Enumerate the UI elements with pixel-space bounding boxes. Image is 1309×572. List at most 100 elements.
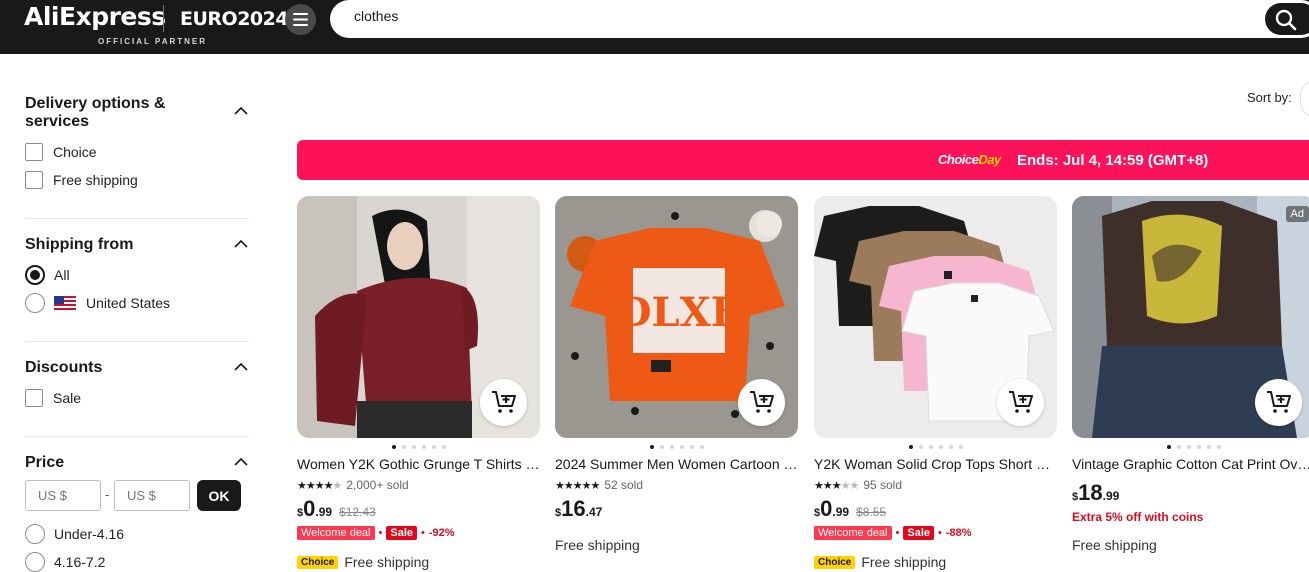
price-ok-button[interactable]: OK: [197, 480, 241, 511]
ship-from-all-label: All: [54, 267, 70, 283]
product-price: $18.99: [1072, 480, 1120, 505]
chevron-up-icon[interactable]: [234, 363, 248, 371]
price-range-label: Under-4.16: [54, 526, 125, 542]
product-image[interactable]: [297, 196, 540, 438]
aliexpress-logo[interactable]: AliExpress: [24, 2, 166, 31]
product-price: $0.99 $8.55: [814, 496, 887, 521]
chevron-up-icon[interactable]: [234, 107, 248, 115]
sold-count: 2,000+ sold: [346, 478, 409, 492]
hamburger-icon: [293, 13, 308, 26]
choice-badge: Choice: [297, 555, 339, 569]
deal-tags: Welcome deal • Sale • -88%: [814, 526, 972, 540]
deal-tags: Welcome deal • Sale • -92%: [297, 526, 455, 540]
search-icon: [1275, 9, 1297, 31]
divider: [25, 218, 249, 219]
add-to-cart-button[interactable]: [1255, 379, 1302, 426]
product-image[interactable]: DLXE: [555, 196, 798, 438]
price-range-label: 4.16-7.2: [54, 554, 106, 570]
product-card[interactable]: Women Y2K Gothic Grunge T Shirts Off Sho…: [297, 196, 540, 570]
radio[interactable]: [25, 293, 45, 313]
checkbox[interactable]: [25, 389, 43, 407]
product-rating: ★★★★★ 2,000+ sold: [297, 478, 409, 492]
choice-day-logo: ChoiceDay: [938, 152, 1001, 167]
product-title[interactable]: Vintage Graphic Cotton Cat Print Oversiz…: [1072, 456, 1309, 472]
menu-button[interactable]: [285, 4, 316, 35]
sold-count: 95 sold: [863, 478, 903, 492]
image-carousel-dots[interactable]: [1072, 443, 1309, 449]
svg-text:DLXE: DLXE: [617, 289, 741, 336]
radio-selected[interactable]: [25, 265, 45, 285]
image-carousel-dots[interactable]: [297, 443, 540, 449]
product-rating: ★★★★★ 52 sold: [555, 478, 643, 492]
price-title: Price: [25, 454, 65, 471]
price-range-under[interactable]: Under-4.16: [25, 524, 124, 544]
shipping-info: Choice Free shipping: [297, 554, 429, 570]
sale-badge: Sale: [903, 526, 934, 540]
divider: [25, 341, 249, 342]
sort-dropdown[interactable]: [1300, 80, 1309, 118]
product-title[interactable]: 2024 Summer Men Women Cartoon Print T-Sh…: [555, 456, 798, 472]
choice-badge: Choice: [814, 555, 856, 569]
discount-percent: -92%: [428, 527, 455, 539]
banner-countdown: Ends: Jul 4, 14:59 (GMT+8): [1017, 152, 1209, 169]
price-range-mid[interactable]: 4.16-7.2: [25, 552, 105, 572]
discount-percent: -88%: [945, 527, 972, 539]
product-card[interactable]: Y2K Woman Solid Crop Tops Short Sleeve S…: [814, 196, 1057, 570]
shipping-from-title: Shipping from: [25, 236, 134, 253]
product-card[interactable]: DLXE 2024 Summer Men Women Cartoon Print…: [555, 196, 798, 553]
welcome-deal-badge: Welcome deal: [297, 526, 375, 540]
star-rating-icon: ★★★★★: [297, 479, 342, 492]
product-price: $16.47: [555, 496, 603, 521]
delivery-options-title: Delivery options & services: [25, 95, 166, 130]
filter-sale[interactable]: Sale: [25, 389, 81, 407]
us-flag-icon: [54, 296, 76, 310]
price-min-input[interactable]: [25, 480, 101, 511]
official-partner-text: OFFICIAL PARTNER: [98, 37, 208, 46]
price-separator: -: [105, 487, 110, 502]
shipping-info: Choice Free shipping: [814, 554, 946, 570]
coins-discount: Extra 5% off with coins: [1072, 510, 1204, 524]
add-to-cart-button[interactable]: [738, 379, 785, 426]
radio[interactable]: [25, 524, 45, 544]
cart-plus-icon: [1267, 391, 1291, 413]
product-image[interactable]: Ad: [1072, 196, 1309, 438]
radio[interactable]: [25, 552, 45, 572]
choice-day-banner[interactable]: ChoiceDay Ends: Jul 4, 14:59 (GMT+8): [297, 140, 1309, 180]
product-title[interactable]: Women Y2K Gothic Grunge T Shirts Off Sho…: [297, 456, 540, 472]
add-to-cart-button[interactable]: [997, 379, 1044, 426]
search-button[interactable]: [1265, 3, 1309, 35]
shipping-info: Free shipping: [555, 537, 640, 553]
sale-badge: Sale: [386, 526, 417, 540]
filter-free-shipping[interactable]: Free shipping: [25, 171, 138, 189]
product-card[interactable]: Ad Vintage Graphic Cotton Cat Print Over…: [1072, 196, 1309, 553]
product-rating: ★★★★★ 95 sold: [814, 478, 902, 492]
filter-choice[interactable]: Choice: [25, 143, 97, 161]
search-bar: [330, 0, 1309, 38]
star-rating-icon: ★★★★★: [814, 479, 859, 492]
cart-plus-icon: [492, 391, 516, 413]
image-carousel-dots[interactable]: [555, 443, 798, 449]
shipping-info: Free shipping: [1072, 537, 1157, 553]
chevron-up-icon[interactable]: [234, 240, 248, 248]
product-title[interactable]: Y2K Woman Solid Crop Tops Short Sleeve S…: [814, 456, 1057, 472]
price-max-input[interactable]: [114, 480, 190, 511]
chevron-up-icon[interactable]: [234, 458, 248, 466]
image-carousel-dots[interactable]: [814, 443, 1057, 449]
star-rating-icon: ★★★★★: [555, 479, 600, 492]
top-bar: AliExpress EURO2024 OFFICIAL PARTNER: [0, 0, 1309, 54]
checkbox[interactable]: [25, 171, 43, 189]
filter-sale-label: Sale: [53, 390, 82, 406]
product-image[interactable]: [814, 196, 1057, 438]
ship-from-us-label: United States: [86, 295, 171, 311]
search-input[interactable]: [354, 8, 1154, 24]
checkbox[interactable]: [25, 143, 43, 161]
logo-divider: [163, 5, 164, 32]
sort-by-label: Sort by:: [1247, 90, 1292, 105]
euro2024-logo: EURO2024: [180, 8, 289, 30]
ship-from-all[interactable]: All: [25, 265, 70, 285]
ship-from-united-states[interactable]: United States: [25, 293, 170, 313]
sold-count: 52 sold: [604, 478, 644, 492]
original-price: $8.55: [856, 505, 887, 519]
add-to-cart-button[interactable]: [480, 379, 527, 426]
filter-free-shipping-label: Free shipping: [53, 172, 138, 188]
